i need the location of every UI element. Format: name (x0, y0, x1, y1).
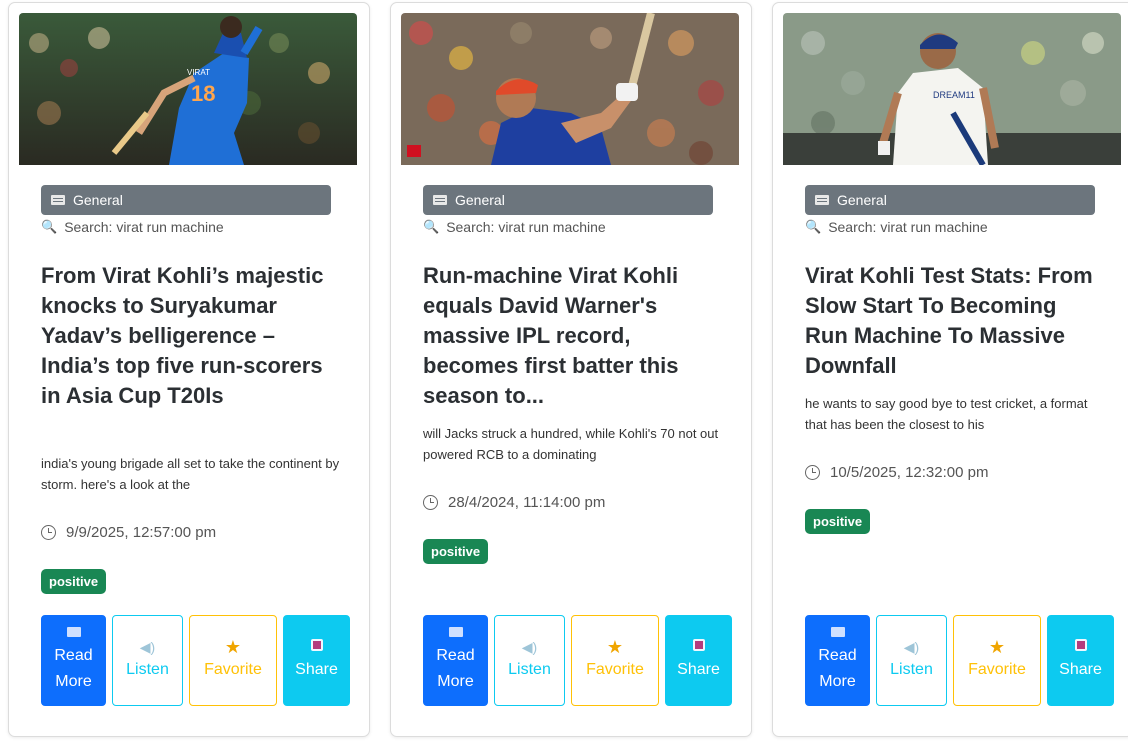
listen-label: Listen (890, 660, 933, 678)
share-button[interactable]: Share (283, 615, 350, 706)
card-actions: Read More ◀) Listen ★ Favorite Share (41, 615, 350, 706)
sentiment-badge: positive (423, 539, 489, 564)
category-label: General (73, 192, 123, 208)
publish-date: 28/4/2024, 11:14:00 pm (423, 494, 605, 511)
read-more-button[interactable]: Read More (805, 615, 870, 706)
card-actions: Read More ◀) Listen ★ Favorite Share (805, 615, 1114, 706)
favorite-button[interactable]: ★ Favorite (953, 615, 1041, 706)
speaker-icon: ◀) (903, 638, 920, 655)
star-icon: ★ (224, 636, 242, 657)
read-more-label: Read More (54, 646, 93, 690)
search-query: 🔍 Search: virat run machine (423, 219, 606, 235)
favorite-button[interactable]: ★ Favorite (571, 615, 659, 706)
read-more-button[interactable]: Read More (423, 615, 488, 706)
favorite-label: Favorite (204, 660, 262, 678)
article-image[interactable]: DREAM11 (783, 13, 1121, 165)
news-card: DREAM11 General 🔍 Search: virat run mach… (772, 2, 1128, 737)
article-image[interactable]: VIRAT 18 (19, 13, 357, 165)
listen-button[interactable]: ◀) Listen (494, 615, 565, 706)
read-more-label: Read More (436, 646, 475, 690)
publish-date: 9/9/2025, 12:57:00 pm (41, 524, 216, 541)
jersey-number: 18 (191, 81, 215, 106)
share-icon (692, 638, 705, 651)
publish-date-text: 28/4/2024, 11:14:00 pm (448, 494, 606, 511)
clock-icon (805, 465, 820, 480)
favorite-button[interactable]: ★ Favorite (189, 615, 277, 706)
newspaper-icon (51, 195, 65, 205)
listen-label: Listen (508, 660, 551, 678)
clock-icon (423, 495, 438, 510)
listen-button[interactable]: ◀) Listen (876, 615, 947, 706)
share-label: Share (1059, 660, 1102, 678)
sentiment-badge: positive (41, 569, 107, 594)
article-title[interactable]: Virat Kohli Test Stats: From Slow Start … (805, 261, 1105, 381)
article-image-graphic (401, 13, 739, 165)
category-badge: General (423, 185, 713, 215)
article-image[interactable] (401, 13, 739, 165)
listen-label: Listen (126, 660, 169, 678)
share-button[interactable]: Share (665, 615, 732, 706)
category-label: General (837, 192, 887, 208)
share-icon (1074, 638, 1087, 651)
share-label: Share (677, 660, 720, 678)
share-button[interactable]: Share (1047, 615, 1114, 706)
speaker-icon: ◀) (139, 638, 156, 655)
star-icon: ★ (606, 636, 624, 657)
read-more-button[interactable]: Read More (41, 615, 106, 706)
clock-icon (41, 525, 56, 540)
article-title[interactable]: From Virat Kohli’s majestic knocks to Su… (41, 261, 341, 411)
magnifier-icon: 🔍 (41, 219, 58, 234)
sentiment-badge: positive (805, 509, 871, 534)
speaker-icon: ◀) (521, 638, 538, 655)
star-icon: ★ (988, 636, 1006, 657)
share-icon (310, 638, 323, 651)
jersey-name: VIRAT (187, 68, 210, 77)
article-image-graphic: VIRAT 18 (19, 13, 357, 165)
article-image-graphic: DREAM11 (783, 13, 1121, 165)
publish-date-text: 9/9/2025, 12:57:00 pm (66, 524, 217, 541)
article-description: he wants to say good bye to test cricket… (805, 396, 1088, 432)
category-badge: General (41, 185, 331, 215)
search-query: 🔍 Search: virat run machine (805, 219, 988, 235)
listen-button[interactable]: ◀) Listen (112, 615, 183, 706)
share-label: Share (295, 660, 338, 678)
book-icon (66, 626, 81, 637)
article-description: india's young brigade all set to take th… (41, 456, 340, 492)
jersey-sponsor: DREAM11 (933, 90, 975, 100)
card-actions: Read More ◀) Listen ★ Favorite Share (423, 615, 732, 706)
read-more-label: Read More (818, 646, 857, 690)
article-title[interactable]: Run-machine Virat Kohli equals David War… (423, 261, 723, 411)
publish-date-text: 10/5/2025, 12:32:00 pm (830, 464, 989, 481)
article-description: will Jacks struck a hundred, while Kohli… (423, 426, 719, 462)
book-icon (830, 626, 845, 637)
news-card: VIRAT 18 General 🔍 Search: virat run mac… (8, 2, 370, 737)
newspaper-icon (815, 195, 829, 205)
favorite-label: Favorite (586, 660, 644, 678)
search-query: 🔍 Search: virat run machine (41, 219, 224, 235)
publish-date: 10/5/2025, 12:32:00 pm (805, 464, 988, 481)
search-query-text: Search: virat run machine (446, 219, 606, 235)
book-icon (448, 626, 463, 637)
newspaper-icon (433, 195, 447, 205)
magnifier-icon: 🔍 (805, 219, 822, 234)
category-label: General (455, 192, 505, 208)
search-query-text: Search: virat run machine (828, 219, 988, 235)
category-badge: General (805, 185, 1095, 215)
favorite-label: Favorite (968, 660, 1026, 678)
search-query-text: Search: virat run machine (64, 219, 224, 235)
magnifier-icon: 🔍 (423, 219, 440, 234)
news-card: General 🔍 Search: virat run machine Run-… (390, 2, 752, 737)
